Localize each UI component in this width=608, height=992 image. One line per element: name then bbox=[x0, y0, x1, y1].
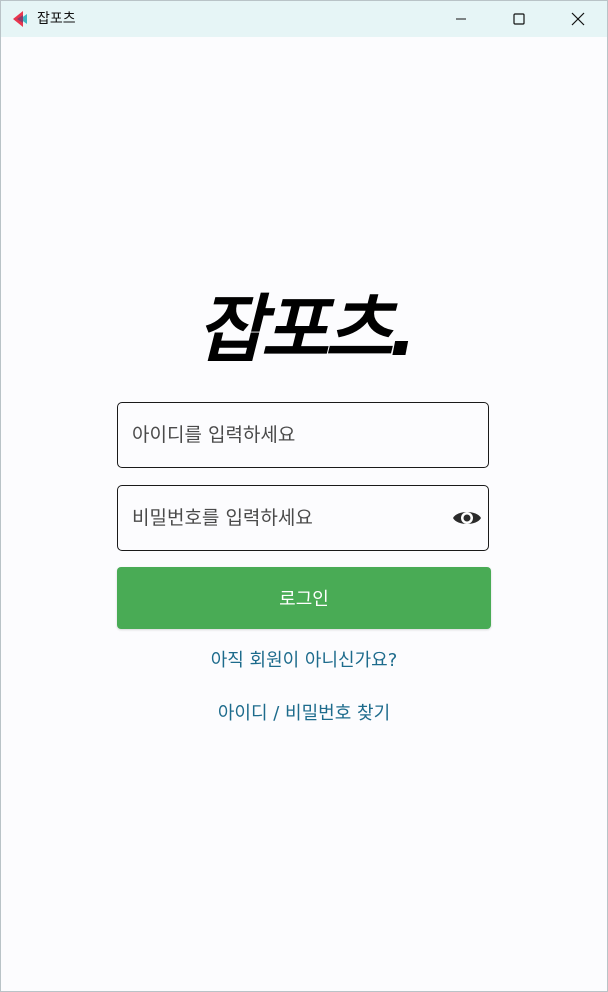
maximize-icon bbox=[513, 13, 525, 25]
brand-logo: 잡포츠. bbox=[197, 287, 417, 369]
password-field[interactable] bbox=[117, 485, 489, 551]
username-input[interactable] bbox=[132, 403, 452, 466]
login-button-label: 로그인 bbox=[279, 589, 329, 610]
login-button[interactable]: 로그인 bbox=[117, 567, 491, 629]
username-field[interactable] bbox=[117, 402, 489, 468]
app-logo-icon bbox=[13, 11, 27, 27]
minimize-button[interactable] bbox=[432, 1, 490, 37]
close-button[interactable] bbox=[549, 1, 607, 37]
close-icon bbox=[571, 12, 585, 26]
maximize-button[interactable] bbox=[490, 1, 548, 37]
eye-icon[interactable] bbox=[452, 506, 482, 530]
signup-link[interactable]: 아직 회원이 아니신가요? bbox=[117, 649, 491, 673]
find-account-link[interactable]: 아이디 / 비밀번호 찾기 bbox=[117, 702, 491, 726]
brand-logo-text: 잡포츠. bbox=[197, 287, 413, 369]
title-bar[interactable]: 잡포츠 bbox=[1, 1, 607, 37]
minimize-icon bbox=[456, 18, 466, 20]
app-window: 잡포츠 잡포츠. 로그인 bbox=[0, 0, 608, 992]
window-title: 잡포츠 bbox=[37, 11, 76, 27]
password-input[interactable] bbox=[132, 486, 452, 549]
